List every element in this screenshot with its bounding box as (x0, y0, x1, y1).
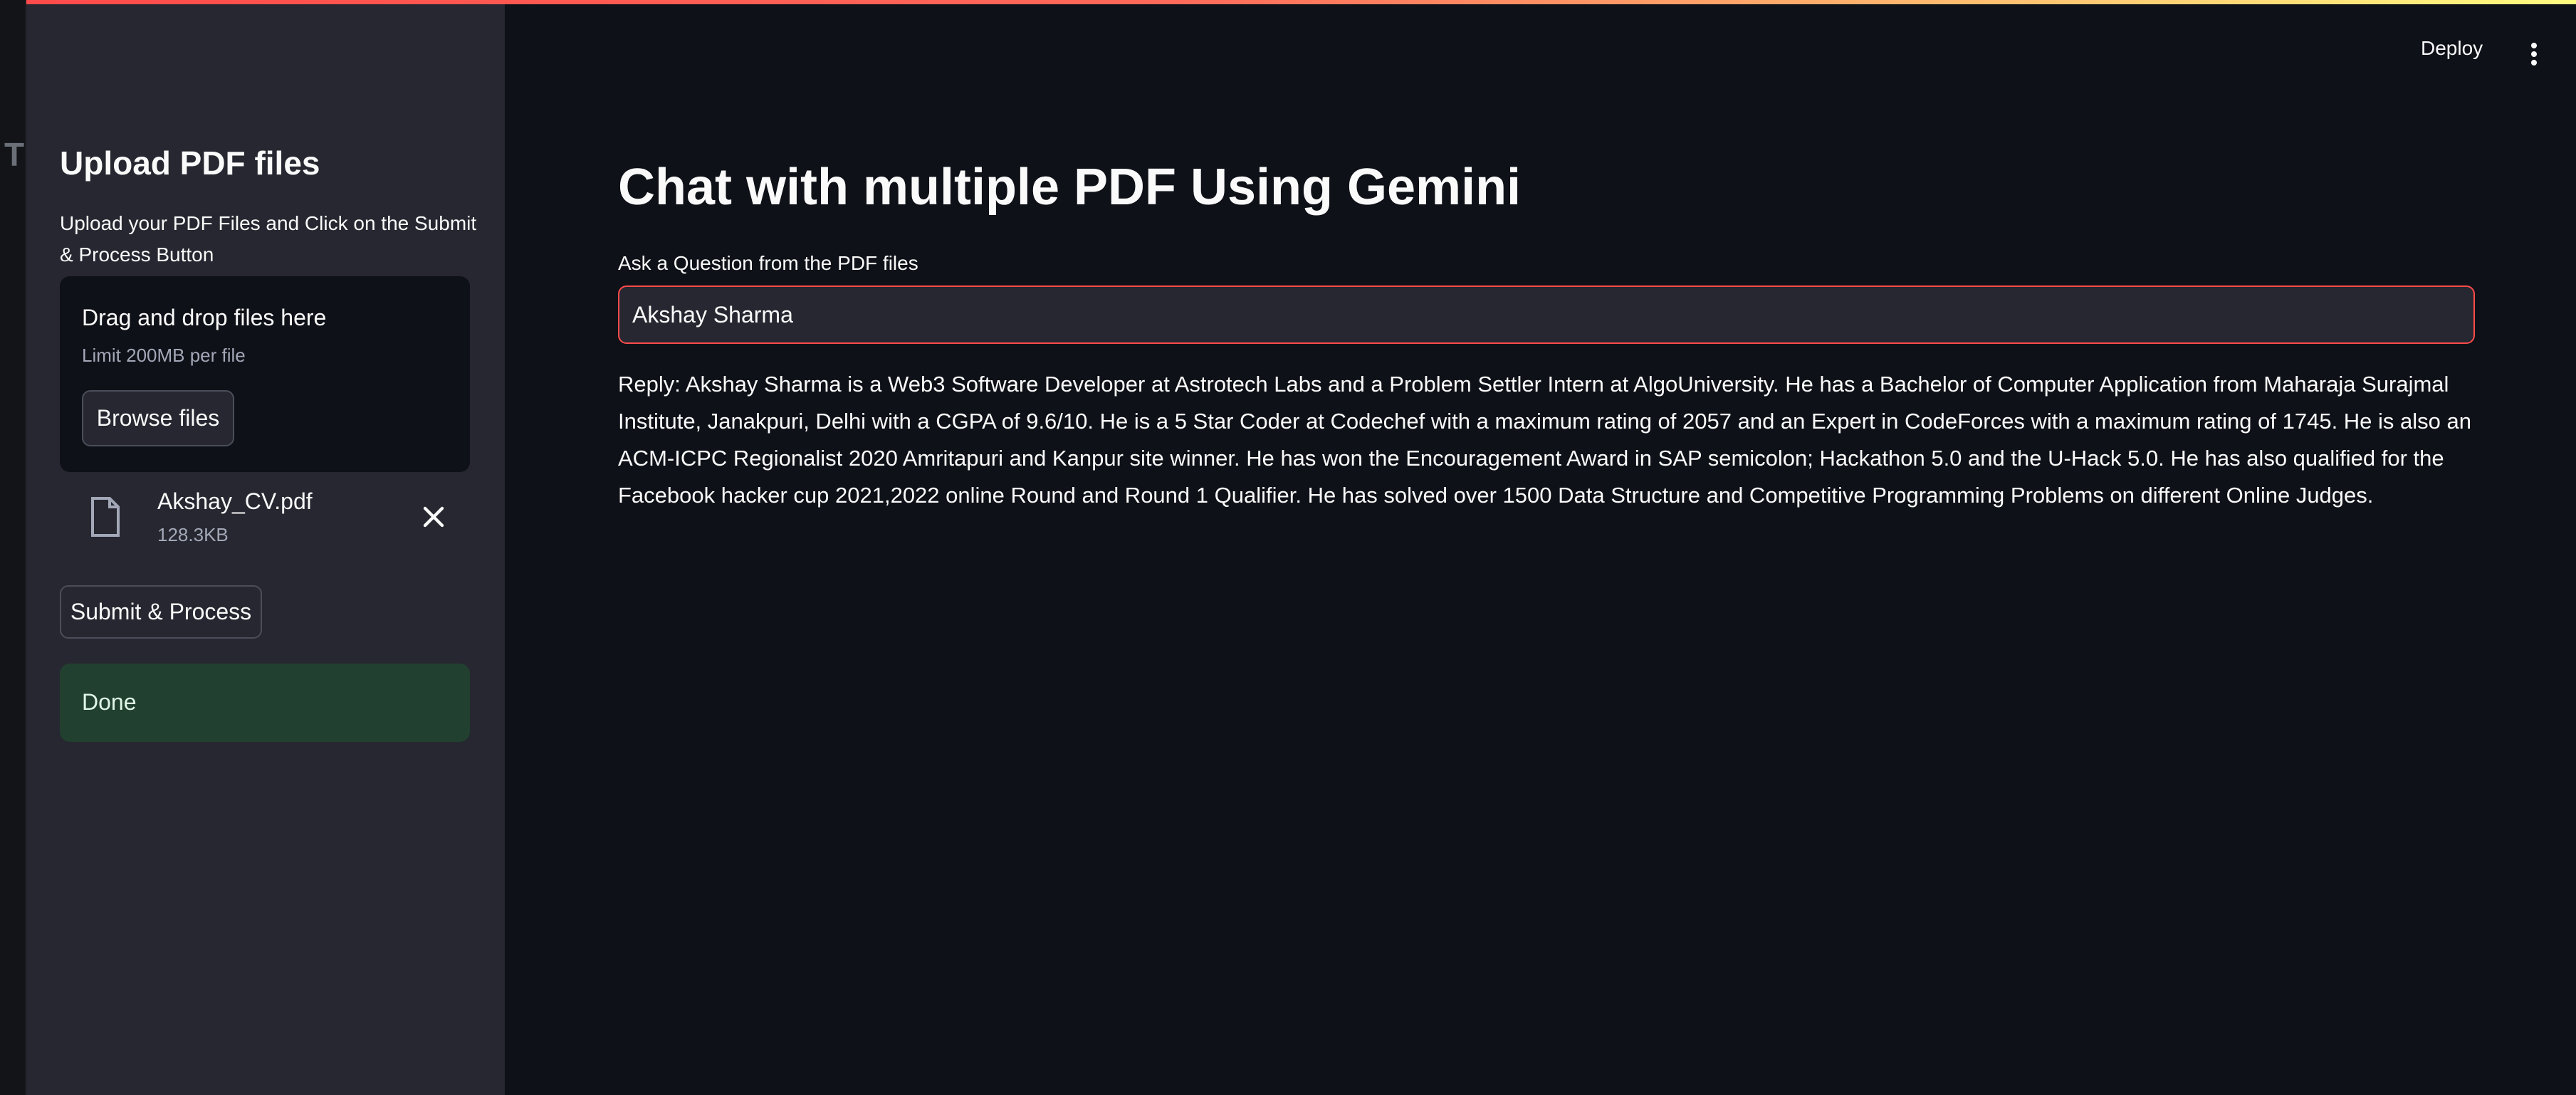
question-input[interactable] (618, 285, 2475, 344)
adjacent-window-edge: T (0, 0, 26, 1095)
close-icon[interactable] (421, 504, 446, 530)
file-size: 128.3KB (157, 524, 229, 545)
file-name: Akshay_CV.pdf (157, 488, 313, 514)
sidebar: Upload PDF files Upload your PDF Files a… (26, 4, 505, 1095)
reply-text: Reply: Akshay Sharma is a Web3 Software … (618, 372, 2472, 508)
uploaded-file-item: Akshay_CV.pdf 128.3KB (60, 480, 470, 558)
question-label: Ask a Question from the PDF files (618, 252, 918, 274)
success-status-box: Done (60, 664, 470, 742)
app-window: T Upload PDF files Upload your PDF Files… (0, 0, 2576, 1095)
page-title: Chat with multiple PDF Using Gemini (618, 159, 1522, 216)
edge-letter: T (4, 136, 25, 173)
dropzone-limit: Limit 200MB per file (82, 345, 246, 366)
deploy-button[interactable]: Deploy (2421, 37, 2483, 60)
sidebar-description: Upload your PDF Files and Click on the S… (60, 212, 477, 266)
dropzone-title: Drag and drop files here (82, 305, 327, 330)
browse-files-button[interactable]: Browse files (82, 390, 234, 446)
kebab-menu-icon[interactable] (2529, 41, 2539, 67)
file-icon (91, 497, 120, 537)
file-dropzone[interactable]: Drag and drop files here Limit 200MB per… (60, 276, 470, 472)
submit-process-button[interactable]: Submit & Process (60, 585, 262, 639)
sidebar-title: Upload PDF files (60, 145, 320, 182)
status-text: Done (82, 689, 137, 715)
